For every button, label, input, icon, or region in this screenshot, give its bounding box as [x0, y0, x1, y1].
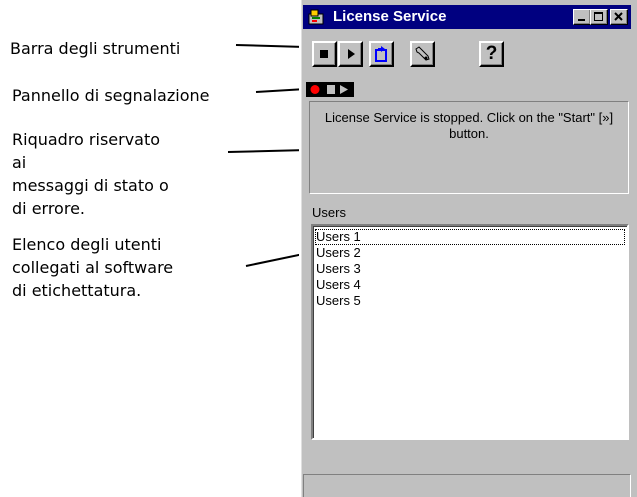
refresh-button[interactable] [369, 41, 394, 67]
users-list[interactable]: Users 1 Users 2 Users 3 Users 4 Users 5 [311, 224, 629, 440]
record-light [310, 85, 320, 94]
list-item[interactable]: Users 5 [315, 293, 625, 309]
minimize-icon [578, 19, 585, 21]
settings-button[interactable] [410, 41, 435, 67]
refresh-icon [375, 46, 387, 62]
list-item[interactable]: Users 4 [315, 277, 625, 293]
close-button[interactable] [610, 9, 628, 25]
list-item[interactable]: Users 3 [315, 261, 625, 277]
status-message-panel: License Service is stopped. Click on the… [309, 101, 629, 194]
minimize-button[interactable] [573, 9, 591, 25]
play-icon [348, 49, 355, 59]
stop-light [327, 85, 335, 94]
maximize-icon [594, 12, 603, 21]
leader-line-toolbar [235, 44, 306, 48]
status-bar [303, 474, 631, 497]
status-message: License Service is stopped. Click on the… [324, 110, 614, 141]
users-label: Users [312, 205, 346, 220]
signal-panel [306, 82, 354, 97]
stop-button[interactable] [312, 41, 337, 67]
help-button[interactable]: ? [479, 41, 504, 67]
close-icon [614, 12, 623, 21]
play-light [340, 85, 348, 94]
wrench-icon [415, 46, 430, 61]
maximize-button[interactable] [590, 9, 608, 25]
stop-icon [320, 50, 328, 58]
list-item[interactable]: Users 2 [315, 245, 625, 261]
license-service-icon [307, 8, 325, 26]
list-item[interactable]: Users 1 [315, 229, 625, 245]
help-icon: ? [485, 43, 498, 64]
window-title: License Service [333, 8, 447, 25]
start-button[interactable] [338, 41, 363, 67]
title-bar[interactable]: License Service [303, 5, 631, 29]
